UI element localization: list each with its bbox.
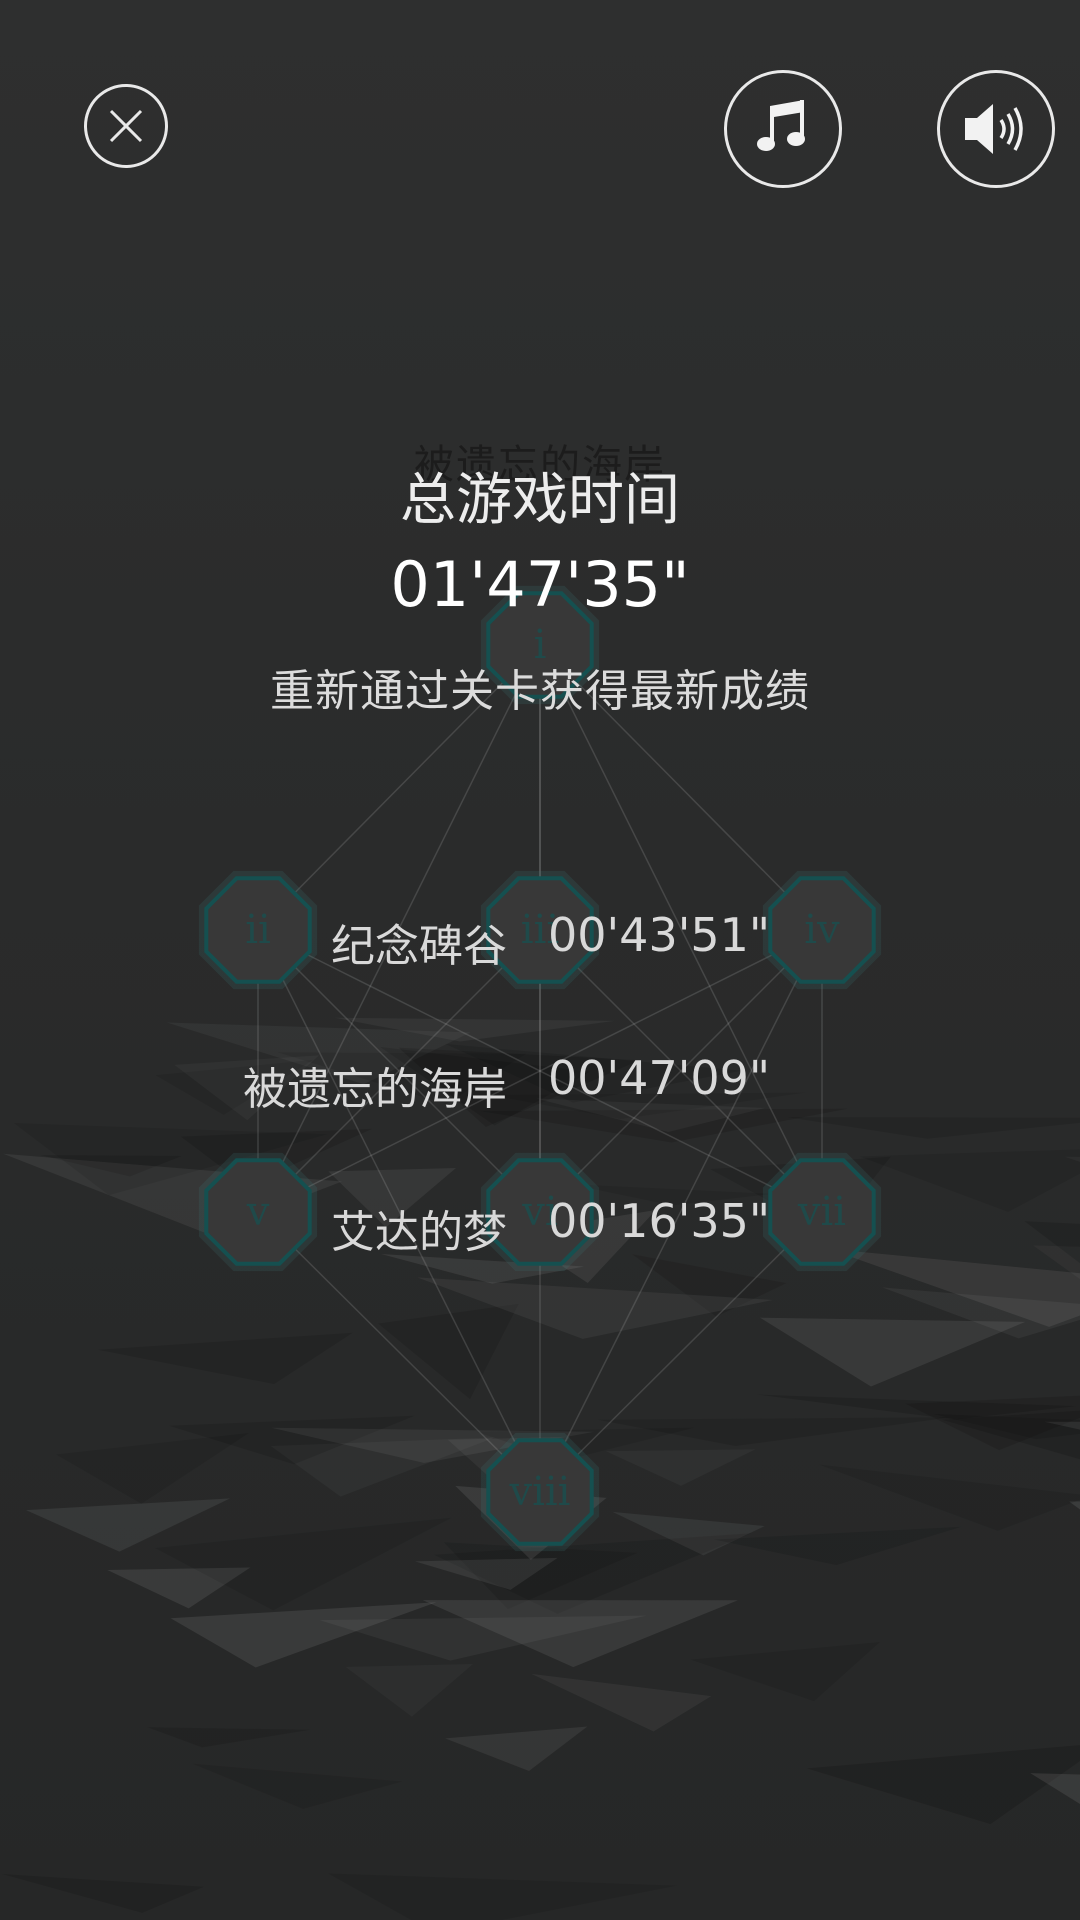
record-name: 被遗忘的海岸 bbox=[243, 1064, 507, 1115]
total-time-label: 总游戏时间 bbox=[400, 468, 680, 533]
game-screen: i ii iii iv v vi vii viii 被遗忘的海岸 总游戏时间 01'47'35… bbox=[0, 0, 1080, 1920]
total-time-value: 01'47'35" bbox=[390, 548, 690, 621]
level-connection-line bbox=[539, 1211, 823, 1493]
record-name: 艾达的梦 bbox=[331, 1207, 507, 1258]
record-time: 00'43'51" bbox=[548, 908, 771, 962]
record-time: 00'16'35" bbox=[548, 1194, 771, 1248]
level-node-label: iv bbox=[804, 907, 840, 953]
speaker-volume-icon bbox=[965, 104, 1023, 154]
level-node-label: viii bbox=[509, 1469, 571, 1515]
music-note-icon bbox=[757, 100, 805, 151]
level-node-vii[interactable]: vii bbox=[762, 1152, 882, 1272]
music-toggle-button[interactable] bbox=[724, 70, 842, 188]
level-node-viii[interactable]: viii bbox=[480, 1432, 600, 1552]
record-time: 00'47'09" bbox=[548, 1051, 771, 1105]
level-node-label: v bbox=[246, 1189, 270, 1235]
close-button[interactable] bbox=[84, 84, 168, 168]
sound-toggle-button[interactable] bbox=[937, 70, 1055, 188]
level-node-label: vii bbox=[797, 1189, 846, 1235]
record-name: 纪念碑谷 bbox=[331, 921, 507, 972]
close-icon bbox=[109, 109, 143, 143]
level-node-v[interactable]: v bbox=[198, 1152, 318, 1272]
level-node-iv[interactable]: iv bbox=[762, 870, 882, 990]
replay-hint: 重新通过关卡获得最新成绩 bbox=[270, 666, 810, 717]
level-map: iii iii ivv vi viiviii bbox=[198, 585, 882, 1552]
level-node-ii[interactable]: ii bbox=[198, 870, 318, 990]
level-node-label: ii bbox=[245, 907, 271, 953]
